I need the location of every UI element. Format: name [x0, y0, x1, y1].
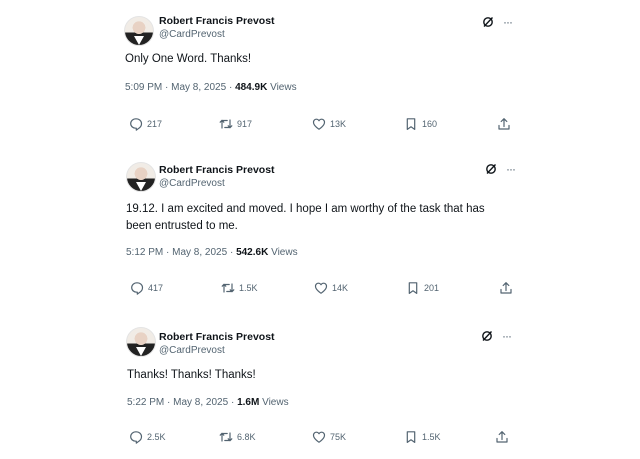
repost-button[interactable]: 6.8K: [219, 430, 256, 444]
author-name[interactable]: Robert Francis Prevost: [159, 164, 275, 176]
like-icon: [312, 117, 326, 131]
timestamp[interactable]: 5:12 PM · May 8, 2025 ·: [126, 247, 236, 258]
like-button[interactable]: 75K: [312, 430, 346, 444]
reply-count: 417: [148, 283, 164, 293]
author-name[interactable]: Robert Francis Prevost: [159, 331, 275, 343]
tweet-meta: 5:12 PM · May 8, 2025 · 542.6K Views: [126, 247, 298, 258]
repost-icon: [219, 430, 233, 444]
like-icon: [314, 281, 328, 295]
share-button[interactable]: [495, 430, 513, 444]
views-count: 1.6M: [237, 397, 260, 408]
bookmark-button[interactable]: 201: [406, 281, 439, 295]
reply-icon: [129, 117, 143, 131]
repost-icon: [221, 281, 235, 295]
avatar[interactable]: [126, 327, 156, 357]
share-icon: [497, 117, 511, 131]
tweet-meta: 5:09 PM · May 8, 2025 · 484.9K Views: [125, 82, 297, 93]
author-handle[interactable]: @CardPrevost: [159, 345, 225, 356]
tweet-2[interactable]: Robert Francis Prevost @CardPrevost ··· …: [0, 150, 640, 315]
repost-count: 917: [237, 119, 253, 129]
views-label: Views: [268, 247, 298, 258]
share-icon: [495, 430, 509, 444]
grok-icon[interactable]: [485, 163, 497, 175]
more-icon[interactable]: ···: [502, 330, 512, 342]
like-button[interactable]: 13K: [312, 117, 346, 131]
share-button[interactable]: [497, 117, 515, 131]
reply-button[interactable]: 417: [130, 281, 163, 295]
tweet-meta: 5:22 PM · May 8, 2025 · 1.6M Views: [127, 397, 289, 408]
tweet-3[interactable]: Robert Francis Prevost @CardPrevost ··· …: [0, 315, 640, 459]
avatar[interactable]: [126, 162, 156, 192]
bookmark-count: 201: [424, 283, 440, 293]
reply-icon: [130, 281, 144, 295]
more-icon[interactable]: ···: [506, 163, 516, 175]
tweet-text: Only One Word. Thanks!: [125, 53, 252, 65]
tweet-1[interactable]: Robert Francis Prevost @CardPrevost ··· …: [0, 0, 640, 150]
more-icon[interactable]: ···: [503, 16, 513, 28]
repost-count: 6.8K: [237, 432, 256, 442]
tweet-text: Thanks! Thanks! Thanks!: [127, 369, 256, 381]
bookmark-button[interactable]: 1.5K: [404, 430, 441, 444]
views-label: Views: [267, 82, 297, 93]
repost-count: 1.5K: [239, 283, 258, 293]
like-button[interactable]: 14K: [314, 281, 348, 295]
repost-button[interactable]: 917: [219, 117, 252, 131]
author-handle[interactable]: @CardPrevost: [159, 178, 225, 189]
bookmark-count: 160: [422, 119, 438, 129]
like-count: 75K: [330, 432, 347, 442]
like-count: 13K: [330, 119, 347, 129]
grok-icon[interactable]: [481, 330, 493, 342]
bookmark-button[interactable]: 160: [404, 117, 437, 131]
share-icon: [499, 281, 513, 295]
bookmark-icon: [404, 117, 418, 131]
avatar[interactable]: [124, 16, 154, 46]
views-count: 542.6K: [236, 247, 269, 258]
reply-count: 217: [147, 119, 163, 129]
bookmark-count: 1.5K: [422, 432, 441, 442]
reply-button[interactable]: 2.5K: [129, 430, 166, 444]
share-button[interactable]: [499, 281, 517, 295]
repost-button[interactable]: 1.5K: [221, 281, 258, 295]
timestamp[interactable]: 5:09 PM · May 8, 2025 ·: [125, 82, 235, 93]
tweet-text: 19.12. I am excited and moved. I hope I …: [126, 203, 485, 232]
author-name[interactable]: Robert Francis Prevost: [159, 15, 275, 27]
bookmark-icon: [406, 281, 420, 295]
like-icon: [312, 430, 326, 444]
views-label: Views: [259, 397, 289, 408]
bookmark-icon: [404, 430, 418, 444]
reply-icon: [129, 430, 143, 444]
author-handle[interactable]: @CardPrevost: [159, 29, 225, 40]
grok-icon[interactable]: [482, 16, 494, 28]
reply-count: 2.5K: [147, 432, 166, 442]
reply-button[interactable]: 217: [129, 117, 162, 131]
like-count: 14K: [332, 283, 349, 293]
timestamp[interactable]: 5:22 PM · May 8, 2025 ·: [127, 397, 237, 408]
views-count: 484.9K: [235, 82, 268, 93]
repost-icon: [219, 117, 233, 131]
